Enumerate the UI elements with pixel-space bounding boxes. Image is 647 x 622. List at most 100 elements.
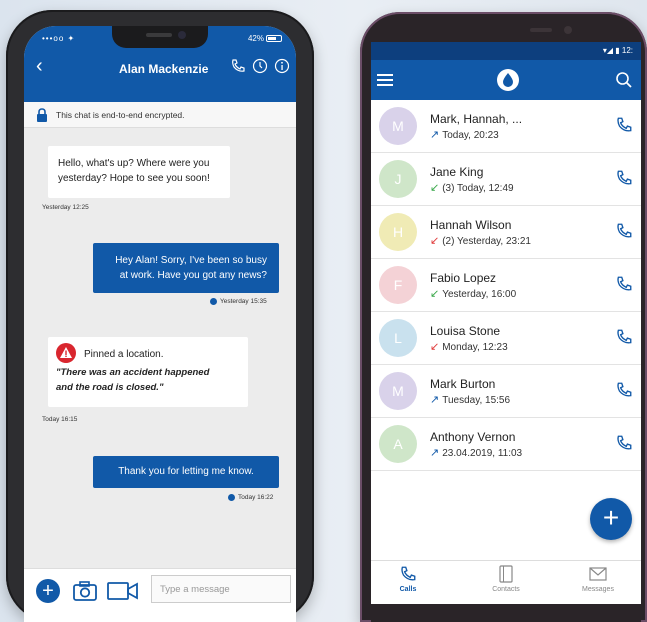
camera-icon[interactable]: [72, 580, 98, 602]
avatar: J: [379, 160, 417, 198]
encryption-banner: This chat is end-to-end encrypted.: [24, 102, 296, 128]
call-direction-icon: ↗: [430, 447, 440, 459]
call-detail: ↙ Monday, 12:23: [430, 340, 508, 353]
avatar: M: [379, 107, 417, 145]
timestamp-text: Today 16:22: [238, 494, 274, 502]
call-back-icon[interactable]: [615, 222, 633, 240]
chat-title: Alan Mackenzie: [119, 62, 209, 76]
call-list-item[interactable]: J Jane King ↙ (3) Today, 12:49: [371, 153, 641, 206]
add-attachment-button[interactable]: +: [36, 579, 60, 603]
battery-icon: [266, 35, 282, 43]
call-time: 23.04.2019, 11:03: [442, 448, 523, 459]
call-detail: ↗ 23.04.2019, 11:03: [430, 446, 522, 459]
call-back-icon[interactable]: [615, 169, 633, 187]
call-back-icon[interactable]: [615, 381, 633, 399]
timer-icon[interactable]: [252, 58, 268, 74]
calls-header: [371, 60, 641, 100]
message-line: at work. Have you got any news?: [119, 270, 267, 281]
hamburger-menu-icon[interactable]: [377, 74, 393, 86]
message-line: Thank you for letting me know.: [118, 466, 254, 477]
lock-icon: [37, 108, 47, 122]
chat-screen: •••oo ✦ 42% ‹ Alan Mackenzie This chat i…: [24, 26, 296, 622]
read-receipt-icon: [228, 494, 235, 501]
call-direction-icon: ↙: [430, 235, 440, 247]
call-detail: ↗ Tuesday, 15:56: [430, 393, 510, 406]
composer-bar: + Type a message: [24, 568, 296, 622]
status-bar: ▾◢ ▮ 12:: [371, 42, 641, 60]
call-direction-icon: ↗: [430, 394, 440, 406]
search-icon[interactable]: [615, 71, 633, 89]
timestamp-text: Yesterday 15:35: [220, 298, 267, 306]
call-direction-icon: ↙: [430, 288, 440, 300]
nav-label: Calls: [399, 586, 417, 593]
contact-name: Jane King: [430, 165, 484, 179]
contact-name: Mark Burton: [430, 377, 496, 391]
call-list-item[interactable]: H Hannah Wilson ↙ (2) Yesterday, 23:21: [371, 206, 641, 259]
message-timestamp: Today 16:22: [228, 494, 273, 501]
call-time: Tuesday, 15:56: [442, 395, 511, 406]
call-list-item[interactable]: M Mark Burton ↗ Tuesday, 15:56: [371, 365, 641, 418]
signal-indicator: •••oo ✦: [42, 34, 76, 43]
avatar: H: [379, 213, 417, 251]
call-detail: ↙ (2) Yesterday, 23:21: [430, 234, 531, 247]
call-list: M Mark, Hannah, ... ↗ Today, 20:23 J Jane Kin…: [371, 100, 641, 471]
call-list-item[interactable]: M Mark, Hannah, ... ↗ Today, 20:23: [371, 100, 641, 153]
nav-tab-calls[interactable]: Calls: [373, 565, 443, 593]
bottom-navigation: Calls Contacts Messages: [371, 560, 641, 604]
phone-icon: [401, 566, 416, 581]
avatar: F: [379, 266, 417, 304]
incoming-location-message[interactable]: Pinned a location. "There was an acciden…: [48, 337, 248, 407]
contact-name: Fabio Lopez: [430, 271, 497, 285]
warning-icon: [56, 343, 76, 363]
call-time: Today, 20:23: [442, 130, 499, 141]
back-chevron-icon[interactable]: ‹: [36, 56, 43, 76]
encryption-text: This chat is end-to-end encrypted.: [56, 110, 185, 120]
call-list-item[interactable]: A Anthony Vernon ↗ 23.04.2019, 11:03: [371, 418, 641, 471]
message-timestamp: Today 16:15: [42, 416, 78, 423]
message-line: "There was an accident happened: [56, 367, 210, 378]
call-time: (2) Yesterday, 23:21: [442, 236, 531, 247]
call-time: (3) Today, 12:49: [442, 183, 514, 194]
calls-screen: ▾◢ ▮ 12: M Mark, Hannah, ... ↗ Today, 20:23…: [371, 42, 641, 622]
call-back-icon[interactable]: [615, 328, 633, 346]
contact-name: Louisa Stone: [430, 324, 501, 338]
nav-tab-messages[interactable]: Messages: [563, 565, 633, 593]
call-back-icon[interactable]: [615, 434, 633, 452]
calls-phone: ▾◢ ▮ 12: M Mark, Hannah, ... ↗ Today, 20:23…: [360, 12, 647, 622]
call-direction-icon: ↙: [430, 341, 440, 353]
message-line: yesterday? Hope to see you soon!: [58, 173, 210, 184]
nav-label: Messages: [582, 586, 614, 593]
call-list-item[interactable]: F Fabio Lopez ↙ Yesterday, 16:00: [371, 259, 641, 312]
phone-call-icon[interactable]: [230, 58, 246, 74]
read-receipt-icon: [210, 298, 217, 305]
battery-percent: 42%: [247, 34, 264, 43]
call-direction-icon: ↗: [430, 129, 440, 141]
outgoing-message[interactable]: Hey Alan! Sorry, I've been so busy at wo…: [93, 243, 279, 293]
battery-indicator: 42%: [248, 34, 282, 43]
contact-name: Mark, Hannah, ...: [430, 112, 523, 126]
avatar: L: [379, 319, 417, 357]
message-input[interactable]: Type a message: [151, 575, 291, 603]
call-back-icon[interactable]: [615, 116, 633, 134]
call-back-icon[interactable]: [615, 275, 633, 293]
call-detail: ↗ Today, 20:23: [430, 128, 499, 141]
phone-notch: [112, 26, 208, 48]
call-detail: ↙ (3) Today, 12:49: [430, 181, 514, 194]
front-camera: [530, 26, 572, 34]
info-icon[interactable]: [274, 58, 290, 74]
status-icons: ▾◢ ▮ 12:: [602, 46, 633, 55]
pinned-label: Pinned a location.: [84, 349, 164, 360]
contact-name: Hannah Wilson: [430, 218, 512, 232]
video-camera-icon[interactable]: [106, 580, 140, 602]
outgoing-message[interactable]: Thank you for letting me know.: [93, 456, 279, 488]
envelope-icon: [589, 567, 607, 581]
nav-tab-contacts[interactable]: Contacts: [471, 565, 541, 593]
call-time: Yesterday, 16:00: [442, 289, 517, 300]
message-timestamp: Yesterday 12:25: [42, 204, 89, 211]
call-direction-icon: ↙: [430, 182, 440, 194]
nav-label: Contacts: [492, 586, 520, 593]
new-call-button[interactable]: +: [590, 498, 632, 540]
incoming-message[interactable]: Hello, what's up? Where were you yesterd…: [48, 146, 230, 198]
contacts-book-icon: [499, 565, 513, 583]
call-list-item[interactable]: L Louisa Stone ↙ Monday, 12:23: [371, 312, 641, 365]
